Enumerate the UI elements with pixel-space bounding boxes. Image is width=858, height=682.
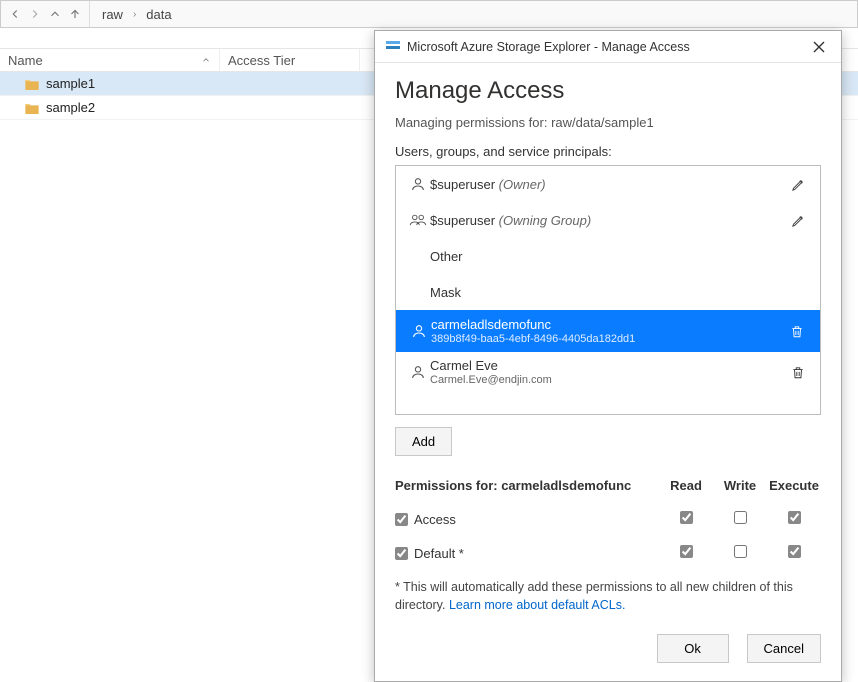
principal-role: (Owner) [499,177,546,192]
sort-asc-icon [201,53,211,68]
breadcrumb-part[interactable]: data [142,7,175,22]
nav-forward-icon[interactable] [25,4,45,24]
dialog-title: Microsoft Azure Storage Explorer - Manag… [407,40,690,54]
principals-list: $superuser (Owner) $superuser (Owning Gr… [395,165,821,415]
folder-name: sample2 [46,100,95,115]
principal-row[interactable]: Mask [396,274,820,310]
close-button[interactable] [807,35,831,59]
folder-icon [24,101,40,115]
footnote: * This will automatically add these perm… [395,579,821,614]
breadcrumb-path[interactable]: raw › data [89,1,853,27]
perm-row-label: Access [414,512,456,527]
principal-row[interactable]: carmeladlsdemofunc 389b8f49-baa5-4ebf-84… [396,310,820,352]
principal-name: Carmel Eve [430,358,786,373]
permissions-title: Permissions for: carmeladlsdemofunc [395,478,659,493]
breadcrumb-part[interactable]: raw [98,7,127,22]
principal-subtext: 389b8f49-baa5-4ebf-8496-4405da182dd1 [431,333,785,345]
folder-name: sample1 [46,76,95,91]
dialog-heading: Manage Access [395,77,821,105]
cancel-button[interactable]: Cancel [747,634,821,663]
perm-row-access: Access [395,503,821,531]
perm-row-label: Default * [414,546,464,561]
column-header-tier[interactable]: Access Tier [220,49,360,71]
learn-more-link[interactable]: Learn more about default ACLs. [449,598,626,612]
principal-name: $superuser [430,177,495,192]
column-header-name[interactable]: Name [0,49,220,71]
principal-subtext: Carmel.Eve@endjin.com [430,374,786,386]
access-checkbox[interactable] [395,513,408,526]
edit-button[interactable] [786,177,810,192]
delete-button[interactable] [786,365,810,380]
access-execute-checkbox[interactable] [788,511,801,524]
principal-name: carmeladlsdemofunc [431,317,785,332]
default-execute-checkbox[interactable] [788,545,801,558]
dialog-titlebar: Microsoft Azure Storage Explorer - Manag… [375,31,841,63]
perm-col-read: Read [659,478,713,493]
principal-name: Mask [430,285,810,300]
dialog-subheading: Managing permissions for: raw/data/sampl… [395,115,821,130]
principal-name: Other [430,249,810,264]
column-label: Access Tier [228,53,295,68]
ok-button[interactable]: Ok [657,634,729,663]
default-checkbox[interactable] [395,547,408,560]
breadcrumb-bar: raw › data [0,0,858,28]
perm-col-execute: Execute [767,478,821,493]
perm-row-default: Default * [395,537,821,565]
delete-button[interactable] [785,324,809,339]
manage-access-dialog: Microsoft Azure Storage Explorer - Manag… [374,30,842,682]
principal-role: (Owning Group) [499,213,591,228]
user-icon [406,364,430,380]
app-icon [385,37,401,56]
access-read-checkbox[interactable] [680,511,693,524]
folder-icon [24,77,40,91]
principal-row[interactable]: Carmel Eve Carmel.Eve@endjin.com [396,352,820,392]
column-label: Name [8,53,43,68]
principal-name: $superuser [430,213,495,228]
chevron-right-icon: › [127,9,142,20]
access-write-checkbox[interactable] [734,511,747,524]
user-icon [407,323,431,339]
group-icon [406,212,430,228]
perm-col-write: Write [713,478,767,493]
principals-label: Users, groups, and service principals: [395,144,821,159]
add-button[interactable]: Add [395,427,452,456]
nav-up-icon[interactable] [65,4,85,24]
principal-row[interactable]: Other [396,238,820,274]
nav-back-icon[interactable] [5,4,25,24]
principal-row[interactable]: $superuser (Owner) [396,166,820,202]
user-icon [406,176,430,192]
nav-collapse-icon[interactable] [45,4,65,24]
edit-button[interactable] [786,213,810,228]
default-read-checkbox[interactable] [680,545,693,558]
principal-row[interactable]: $superuser (Owning Group) [396,202,820,238]
default-write-checkbox[interactable] [734,545,747,558]
